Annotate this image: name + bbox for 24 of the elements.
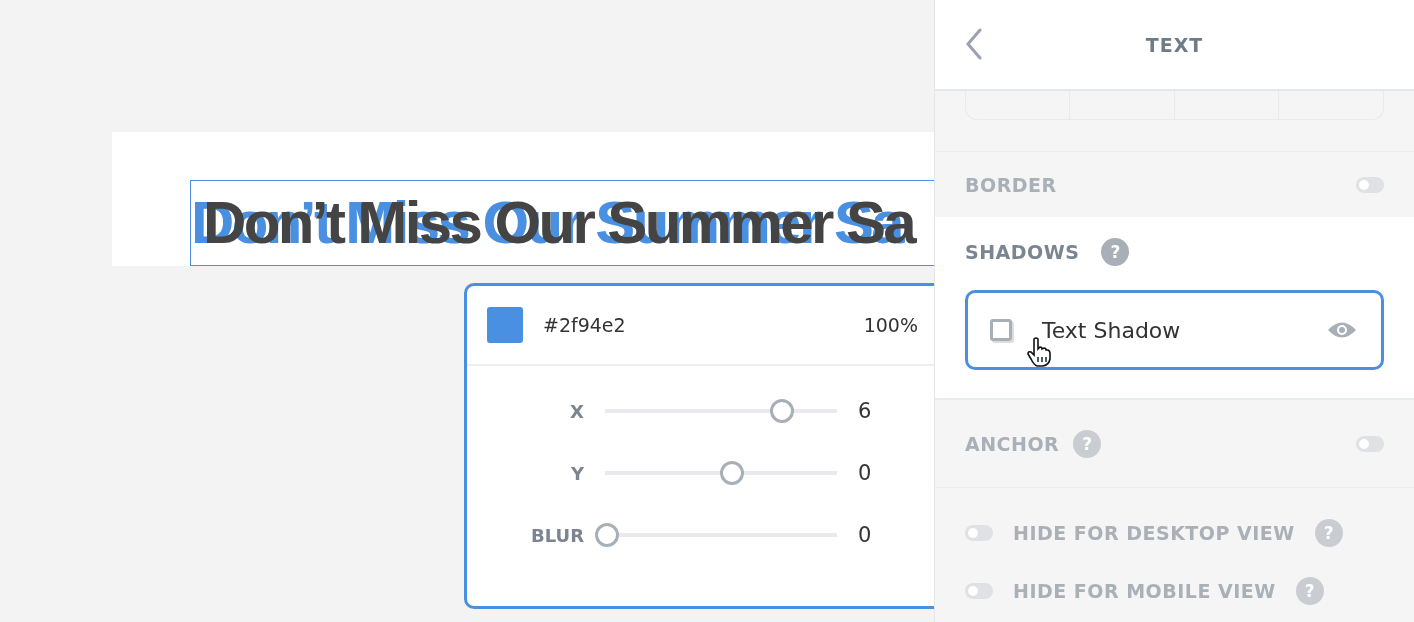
slider-value: 0 bbox=[858, 461, 872, 485]
slider-value: 0 bbox=[858, 523, 872, 547]
slider-label: Y bbox=[569, 462, 584, 484]
slider-thumb[interactable] bbox=[595, 523, 619, 547]
slider-thumb[interactable] bbox=[770, 399, 794, 423]
section-label: BORDER bbox=[965, 173, 1057, 196]
panel-title: TEXT bbox=[1145, 33, 1204, 56]
slider-label: X bbox=[569, 400, 584, 422]
visibility-label: HIDE FOR MOBILE VIEW bbox=[1013, 580, 1276, 602]
checkbox[interactable] bbox=[990, 319, 1012, 341]
section-label: SHADOWS bbox=[965, 241, 1080, 263]
opacity-value[interactable]: 100% bbox=[863, 314, 918, 336]
color-swatch[interactable] bbox=[487, 307, 523, 343]
shadow-item[interactable]: Text Shadow bbox=[965, 290, 1384, 370]
hex-value[interactable]: #2f94e2 bbox=[543, 314, 864, 336]
hand-cursor-icon bbox=[1026, 337, 1052, 367]
slider-thumb[interactable] bbox=[720, 461, 744, 485]
section-label: ANCHOR bbox=[965, 432, 1060, 455]
shadow-item-label: Text Shadow bbox=[1042, 317, 1182, 343]
back-icon[interactable] bbox=[965, 28, 983, 60]
slider-value: 6 bbox=[858, 399, 872, 423]
slider-label: BLUR bbox=[529, 524, 584, 546]
visibility-label: HIDE FOR DESKTOP VIEW bbox=[1013, 522, 1295, 544]
eye-icon[interactable] bbox=[1327, 321, 1357, 339]
